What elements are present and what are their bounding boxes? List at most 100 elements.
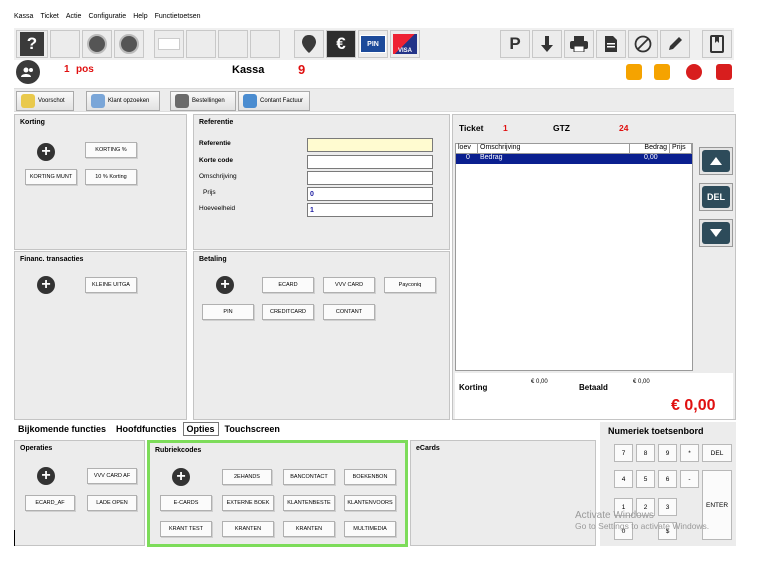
key-6[interactable]: 6 [658, 470, 677, 488]
menu-ticket[interactable]: Ticket [40, 13, 58, 25]
tab-hoofdfuncties[interactable]: Hoofdfuncties [112, 422, 181, 436]
ecard-button[interactable]: ECARD [262, 277, 314, 293]
add-transactie-icon[interactable]: + [37, 276, 55, 294]
rubriek-krant-test-button[interactable]: KRANT TEST [160, 521, 212, 537]
basket-icon[interactable] [626, 64, 642, 80]
key-7[interactable]: 7 [614, 444, 633, 462]
bookmark-icon [710, 35, 724, 53]
coin-return-button[interactable] [114, 30, 144, 58]
column-bedrag-header[interactable]: Bedrag [630, 144, 670, 154]
rubriek-boekenbon-button[interactable]: BOEKENBON [344, 469, 396, 485]
download-button[interactable] [532, 30, 562, 58]
pin-button[interactable]: PIN [358, 30, 388, 58]
tab-bijkomende-functies[interactable]: Bijkomende functies [14, 422, 110, 436]
omschrijving-input[interactable] [307, 171, 433, 185]
payconiq-button[interactable]: Payconiq [384, 277, 436, 293]
betaald-label: Betaald [579, 383, 608, 392]
cancel-button[interactable] [628, 30, 658, 58]
prijs-input[interactable]: 0 [307, 187, 433, 201]
delete-line-button[interactable]: DEL [699, 183, 733, 211]
edit-button[interactable] [660, 30, 690, 58]
menu-actie[interactable]: Actie [66, 13, 82, 25]
rubriek-klantenbeste-button[interactable]: KLANTENBESTE [283, 495, 335, 511]
add-rubriek-icon[interactable]: + [172, 468, 190, 486]
ticket-panel: Ticket 1 GTZ 24 loev Omschrijving Bedrag… [452, 114, 736, 420]
column-omschrijving-header[interactable]: Omschrijving [478, 144, 630, 154]
toolbar-blank-button-3[interactable] [218, 30, 248, 58]
rubriek-klantenvoors-button[interactable]: KLANTENVOORS [344, 495, 396, 511]
scroll-down-button[interactable] [699, 219, 733, 247]
kleine-uitgave-button[interactable]: KLEINE UITGA [85, 277, 137, 293]
contant-factuur-button[interactable]: Contant Factuur [238, 91, 310, 111]
add-korting-icon[interactable]: + [37, 143, 55, 161]
arrow-up-icon [710, 157, 722, 165]
add-betaling-icon[interactable]: + [216, 276, 234, 294]
logo-button[interactable] [154, 30, 184, 58]
key-9[interactable]: 9 [658, 444, 677, 462]
key-4[interactable]: 4 [614, 470, 633, 488]
printer-icon [570, 36, 588, 52]
pin-payment-button[interactable]: PIN [202, 304, 254, 320]
rubriek-multimedia-button[interactable]: MULTIMEDIA [344, 521, 396, 537]
toolbar-blank-button-4[interactable] [250, 30, 280, 58]
power-icon[interactable] [716, 64, 732, 80]
ticket-grid[interactable]: loev Omschrijving Bedrag Prijs 0 Bedrag … [455, 143, 693, 371]
row-qty: 0 [466, 154, 470, 161]
lade-open-button[interactable]: LADE OPEN [87, 495, 137, 511]
bestellingen-button[interactable]: Bestellingen [170, 91, 236, 111]
parking-button[interactable]: P [500, 30, 530, 58]
menu-functietoetsen[interactable]: Functietoetsen [155, 13, 201, 25]
lock-icon[interactable] [654, 64, 670, 80]
korte-code-input[interactable] [307, 155, 433, 169]
tab-touchscreen[interactable]: Touchscreen [221, 422, 284, 436]
globe-icon[interactable] [686, 64, 702, 80]
toolbar-blank-button[interactable] [50, 30, 80, 58]
key-minus[interactable]: - [680, 470, 699, 488]
tab-opties[interactable]: Opties [182, 422, 219, 436]
rubriek-bancontact-button[interactable]: BANCONTACT [283, 469, 335, 485]
coin-minus-button[interactable] [82, 30, 112, 58]
document-button[interactable] [596, 30, 626, 58]
coin-icon [87, 34, 107, 54]
menu-help[interactable]: Help [133, 13, 147, 25]
key-8[interactable]: 8 [636, 444, 655, 462]
table-row[interactable]: 0 Bedrag 0,00 [456, 154, 692, 164]
help-button[interactable]: ? [16, 30, 48, 58]
hoeveelheid-input[interactable]: 1 [307, 203, 433, 217]
rubriek-externe-boek-button[interactable]: EXTERNE BOEK [222, 495, 274, 511]
rubriek-2ehands-button[interactable]: 2EHANDS [222, 469, 272, 485]
bookmark-button[interactable] [702, 30, 732, 58]
add-operatie-icon[interactable]: + [37, 467, 55, 485]
ten-percent-korting-button[interactable]: 10 % Korting [85, 169, 137, 185]
korting-percent-button[interactable]: KORTING % [85, 142, 137, 158]
euro-button[interactable]: € [326, 30, 356, 58]
users-icon[interactable] [16, 60, 40, 84]
key-multiply[interactable]: * [680, 444, 699, 462]
vvv-card-button[interactable]: VVV CARD [323, 277, 375, 293]
invoice-icon [243, 94, 257, 108]
korting-title: Korting [20, 119, 45, 126]
menu-configuratie[interactable]: Configuratie [88, 13, 126, 25]
rubriek-kranten-button[interactable]: KRANTEN [222, 521, 274, 537]
ecard-af-button[interactable]: ECARD_AF [25, 495, 75, 511]
contant-button[interactable]: CONTANT [323, 304, 375, 320]
voorschot-button[interactable]: Voorschot [16, 91, 74, 111]
klant-opzoeken-button[interactable]: Klant opzoeken [86, 91, 160, 111]
scroll-up-button[interactable] [699, 147, 733, 175]
key-5[interactable]: 5 [636, 470, 655, 488]
column-prijs-header[interactable]: Prijs [670, 144, 692, 154]
print-button[interactable] [564, 30, 594, 58]
location-button[interactable] [294, 30, 324, 58]
rubriek-kranten-button-2[interactable]: KRANTEN [283, 521, 335, 537]
toolbar-blank-button-2[interactable] [186, 30, 216, 58]
creditcard-button[interactable]: CREDITCARD [262, 304, 314, 320]
key-del[interactable]: DEL [702, 444, 732, 462]
vvv-card-af-button[interactable]: VVV CARD AF [87, 468, 137, 484]
korting-munt-button[interactable]: KORTING MUNT [25, 169, 77, 185]
visa-button[interactable]: VISA [390, 30, 420, 58]
korte-code-label: Korte code [199, 157, 233, 164]
column-qty-header[interactable]: loev [456, 144, 478, 154]
rubriek-e-cards-button[interactable]: E-CARDS [160, 495, 212, 511]
menu-kassa[interactable]: Kassa [14, 13, 33, 25]
referentie-input[interactable] [307, 138, 433, 152]
